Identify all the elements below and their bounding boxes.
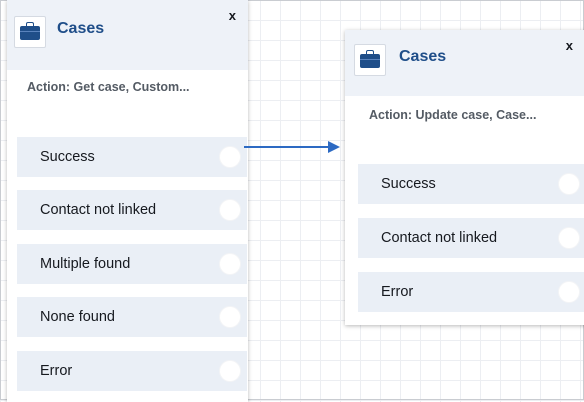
icon-tile — [354, 44, 386, 76]
branch-error: Error — [17, 351, 247, 391]
briefcase-icon — [360, 50, 380, 68]
branch-success: Success — [358, 164, 584, 204]
branch-label: Multiple found — [40, 256, 131, 272]
branch-multiple-found: Multiple found — [17, 244, 247, 284]
branch-error: Error — [358, 272, 584, 312]
cases-block-update-case[interactable]: Cases x Action: Update case, Case... Suc… — [345, 30, 584, 325]
block-title: Cases — [399, 48, 447, 65]
action-text: Action: Get case, Custom... — [27, 80, 190, 94]
block-header: Cases x — [7, 0, 248, 70]
branch-port[interactable] — [219, 199, 241, 221]
branch-port[interactable] — [219, 360, 241, 382]
branch-none-found: None found — [17, 297, 247, 337]
briefcase-icon — [20, 22, 40, 40]
branch-label: None found — [40, 309, 115, 325]
branch-contact-not-linked: Contact not linked — [358, 218, 584, 258]
branch-port[interactable] — [558, 227, 580, 249]
block-header: Cases x — [345, 30, 584, 96]
branch-port[interactable] — [558, 281, 580, 303]
branch-port[interactable] — [219, 253, 241, 275]
action-text: Action: Update case, Case... — [369, 108, 537, 122]
block-title: Cases — [57, 20, 105, 37]
branch-success: Success — [17, 137, 247, 177]
branch-label: Contact not linked — [381, 230, 498, 246]
branch-label: Contact not linked — [40, 202, 157, 218]
branch-label: Success — [40, 149, 95, 165]
branch-label: Success — [381, 176, 436, 192]
branch-port[interactable] — [558, 173, 580, 195]
cases-block-get-case[interactable]: Cases x Action: Get case, Custom... Succ… — [7, 0, 248, 402]
close-button[interactable]: x — [566, 38, 573, 53]
close-button[interactable]: x — [229, 8, 236, 23]
branch-label: Error — [40, 363, 73, 379]
branch-port[interactable] — [219, 146, 241, 168]
icon-tile — [14, 16, 46, 48]
branch-contact-not-linked: Contact not linked — [17, 190, 247, 230]
branch-port[interactable] — [219, 306, 241, 328]
branch-label: Error — [381, 284, 414, 300]
